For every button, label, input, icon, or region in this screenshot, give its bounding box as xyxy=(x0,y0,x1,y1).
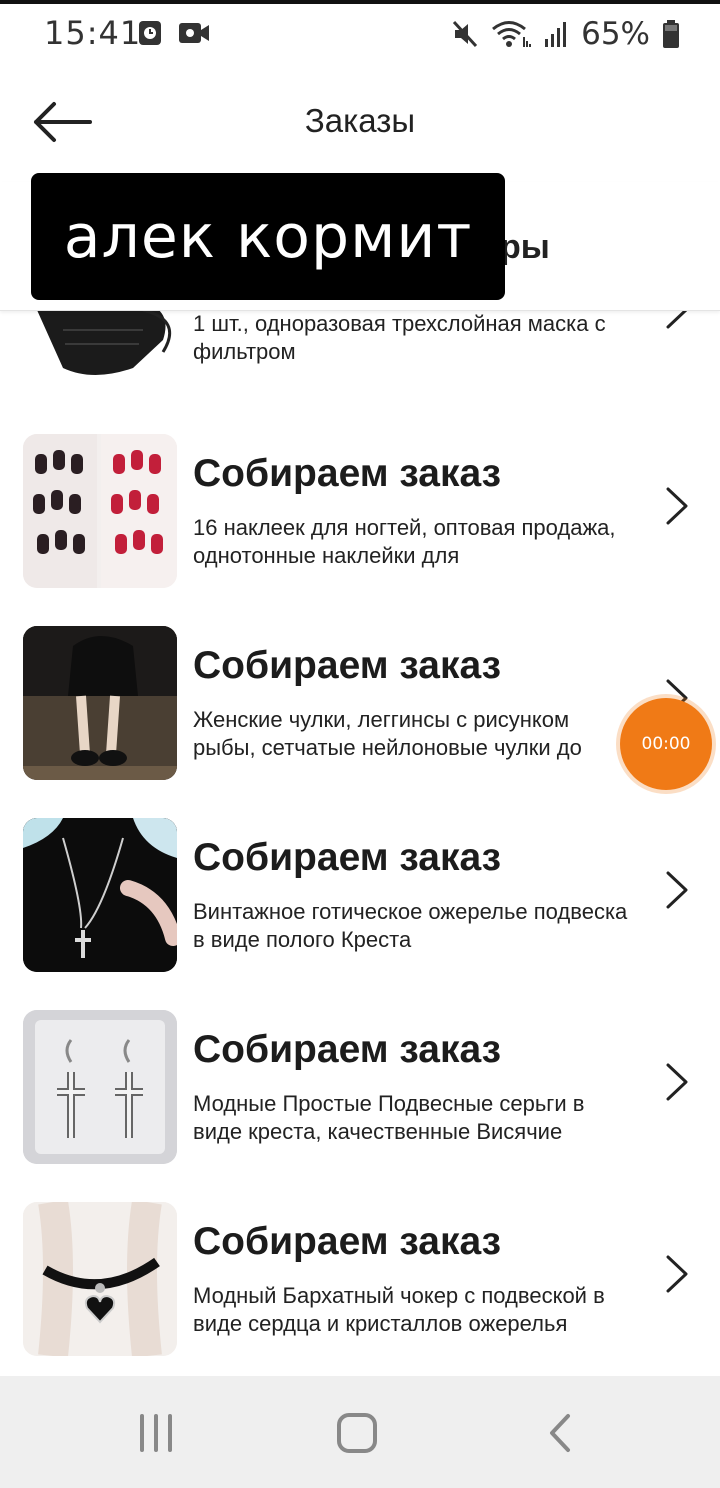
status-right-group: 65% xyxy=(451,14,680,54)
recording-timer-label: 00:00 xyxy=(641,734,691,754)
order-thumbnail xyxy=(23,626,177,780)
order-description: Модные Простые Подвесные серьги в виде к… xyxy=(193,1091,585,1144)
order-status: Собираем заказ xyxy=(193,1220,502,1263)
system-nav-bar xyxy=(0,1376,720,1488)
order-description: Винтажное готическое ожерелье подвеска в… xyxy=(193,899,628,952)
order-status: Собираем заказ xyxy=(193,1028,502,1071)
order-thumbnail xyxy=(23,818,177,972)
order-item[interactable]: Собираем заказ Женские чулки, леггинсы с… xyxy=(0,626,720,786)
chevron-right-icon xyxy=(666,310,688,329)
recording-timer-button[interactable]: 00:00 xyxy=(620,698,712,790)
signal-icon xyxy=(545,22,567,47)
caption-text: алек кормит xyxy=(63,201,473,272)
video-caption-overlay: алек кормит xyxy=(31,173,505,300)
orders-list[interactable]: 1 шт., одноразовая трехслойная маска с ф… xyxy=(0,310,720,1376)
order-item[interactable]: 1 шт., одноразовая трехслойная маска с ф… xyxy=(0,310,720,400)
alarm-icon xyxy=(139,21,161,45)
cross-earrings-image xyxy=(23,1010,177,1164)
recent-apps-icon[interactable] xyxy=(126,1406,186,1460)
home-icon[interactable] xyxy=(327,1406,387,1460)
cross-necklace-image xyxy=(23,818,177,972)
wifi-icon xyxy=(492,21,532,47)
order-status: Собираем заказ xyxy=(193,836,502,879)
status-bar: 15:41 65% xyxy=(0,4,720,62)
chevron-right-icon xyxy=(666,1255,688,1293)
order-thumbnail xyxy=(23,1010,177,1164)
heart-choker-image xyxy=(23,1202,177,1356)
order-item[interactable]: Собираем заказ 16 наклеек для ногтей, оп… xyxy=(0,434,720,594)
order-thumbnail xyxy=(23,1202,177,1356)
order-item[interactable]: Собираем заказ Модные Простые Подвесные … xyxy=(0,1010,720,1170)
app-bar: Заказы xyxy=(0,62,720,182)
page-title: Заказы xyxy=(304,102,416,139)
order-thumbnail xyxy=(23,310,177,394)
status-time: 15:41 xyxy=(44,14,142,52)
order-description: Модный Бархатный чокер с подвеской в вид… xyxy=(193,1283,605,1336)
mute-icon xyxy=(452,20,478,48)
face-mask-image xyxy=(37,310,172,375)
chevron-right-icon xyxy=(666,871,688,909)
chevron-right-icon xyxy=(666,1063,688,1101)
order-item[interactable]: Собираем заказ Винтажное готическое ожер… xyxy=(0,818,720,978)
back-icon[interactable] xyxy=(530,1406,590,1460)
order-thumbnail xyxy=(23,434,177,588)
order-description: Женские чулки, леггинсы с рисунком рыбы,… xyxy=(193,707,582,760)
video-record-icon xyxy=(179,23,209,43)
nail-stickers-image xyxy=(23,434,177,588)
chevron-right-icon xyxy=(666,487,688,525)
order-description: 16 наклеек для ногтей, оптовая продажа, … xyxy=(193,515,616,568)
order-status: Собираем заказ xyxy=(193,452,502,495)
order-status: Собираем заказ xyxy=(193,644,502,687)
tab-label-partial[interactable]: ры xyxy=(500,228,550,267)
order-item[interactable]: Собираем заказ Модный Бархатный чокер с … xyxy=(0,1202,720,1362)
battery-percent: 65% xyxy=(581,16,650,52)
battery-icon xyxy=(663,20,679,48)
order-description: 1 шт., одноразовая трехслойная маска с ф… xyxy=(193,311,606,364)
stockings-image xyxy=(23,626,177,780)
